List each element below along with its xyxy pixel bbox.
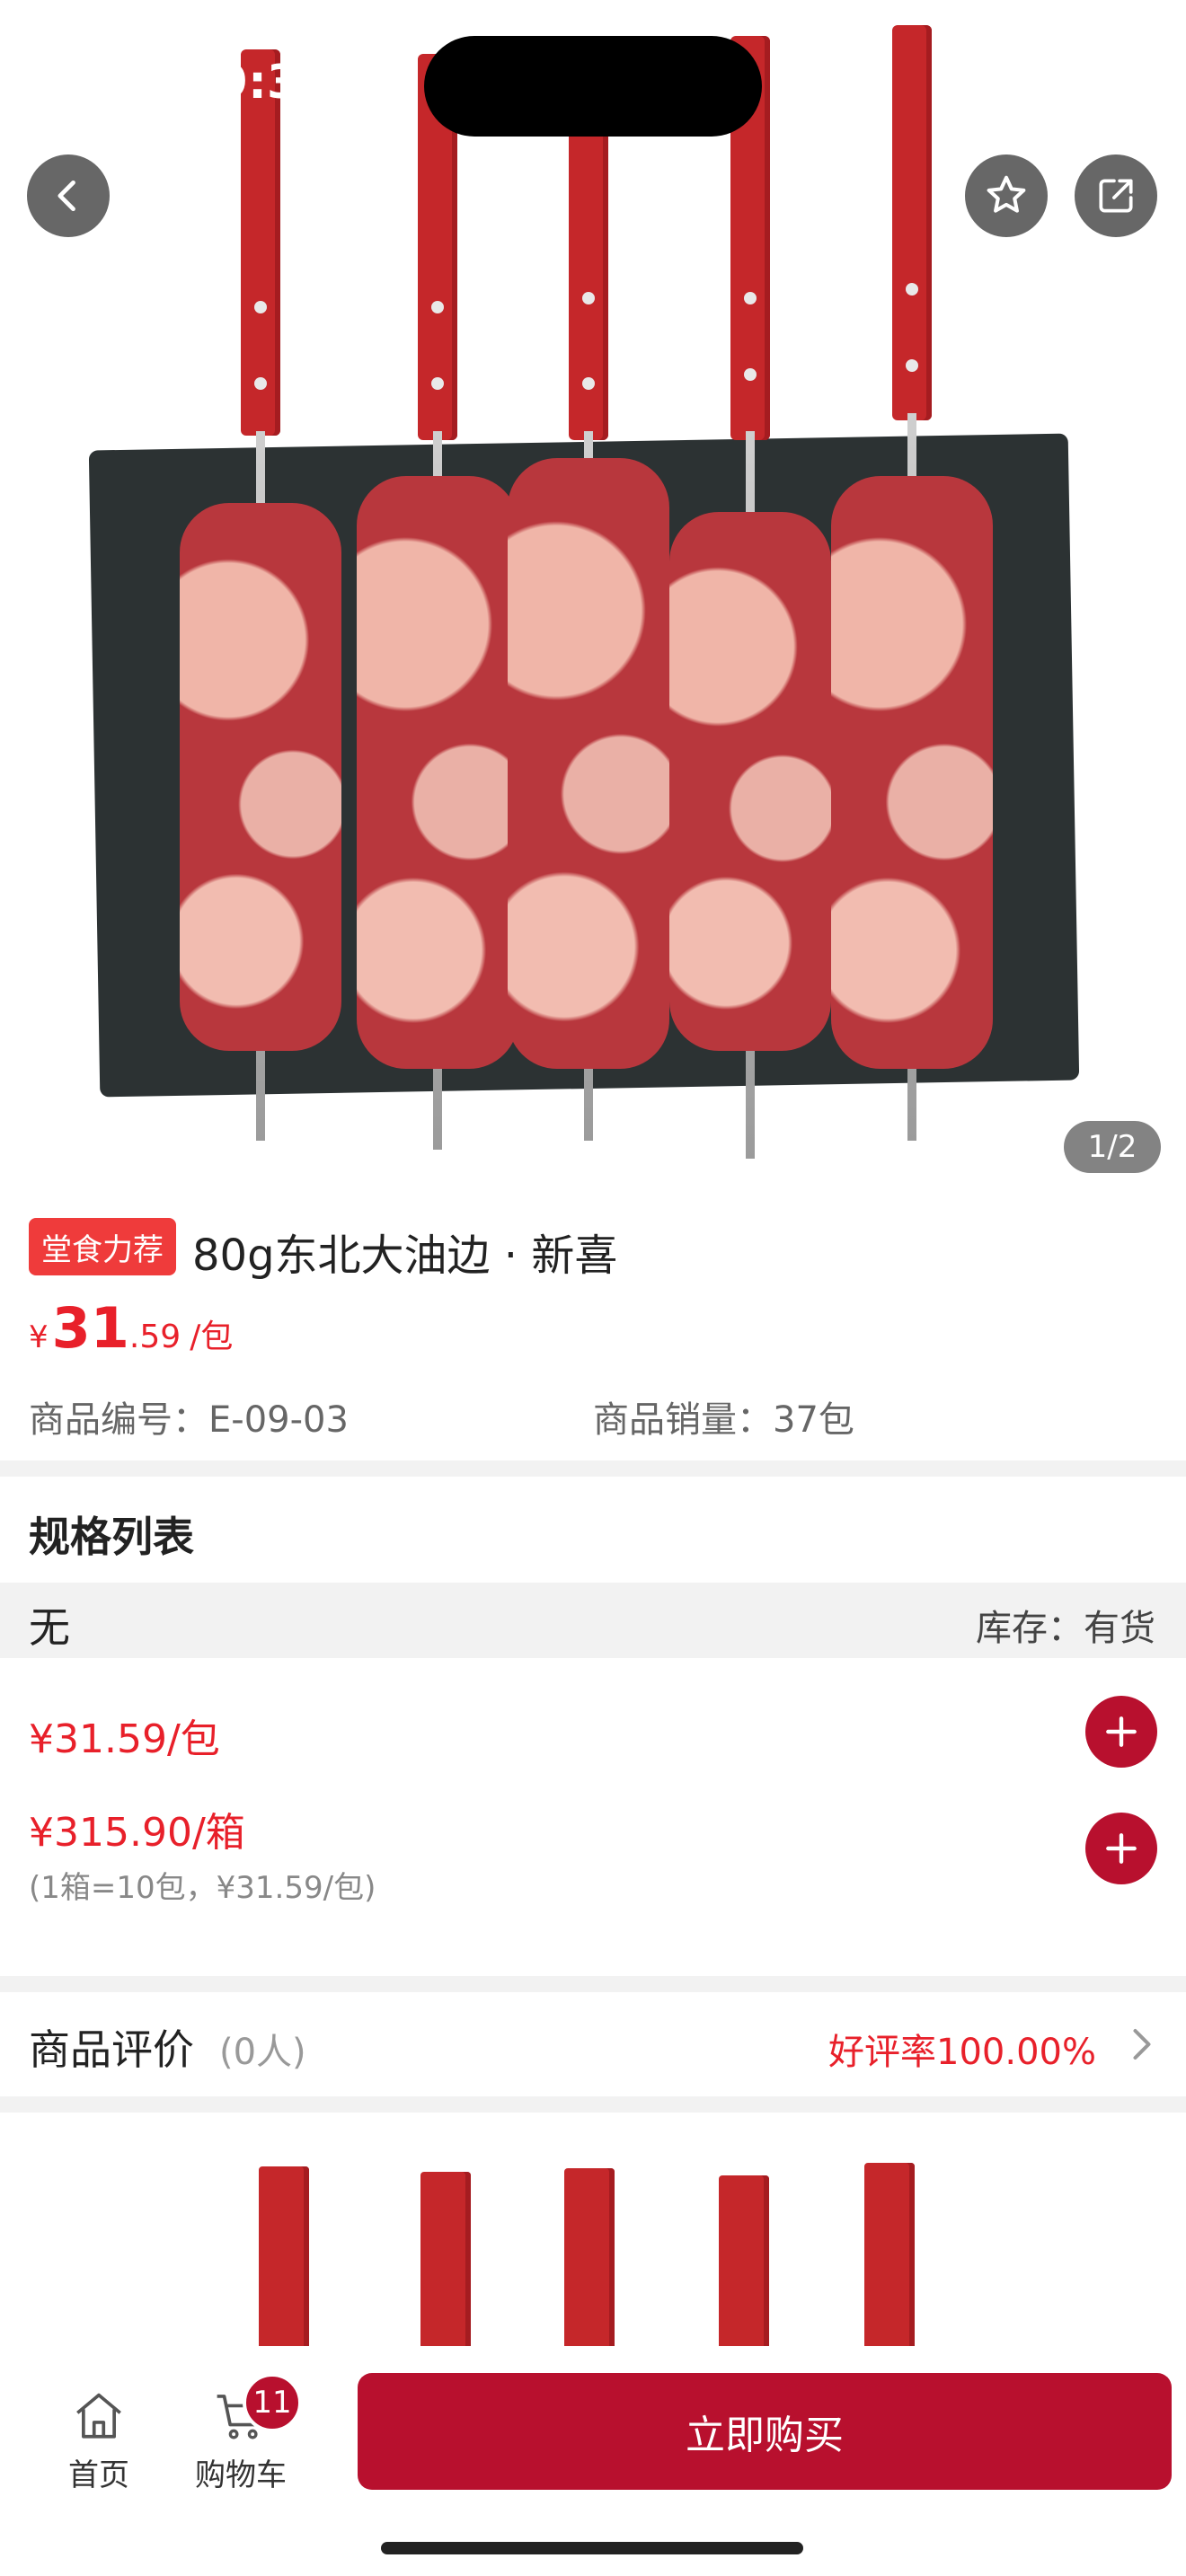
spec-name: 无 bbox=[29, 1603, 70, 1652]
favorite-button[interactable] bbox=[965, 154, 1048, 237]
product-code-value: E-09-03 bbox=[208, 1399, 349, 1441]
price-integer: 31 bbox=[51, 1295, 129, 1361]
positive-rate: 好评率100.00% bbox=[828, 2023, 1096, 2075]
product-sales-label: 商品销量： bbox=[593, 1399, 773, 1441]
product-image[interactable]: 9:39 1/2 bbox=[0, 0, 1186, 1186]
price-decimal: .59 bbox=[128, 1319, 181, 1355]
product-title: 80g东北大油边 · 新喜 bbox=[192, 1231, 618, 1281]
divider bbox=[0, 2096, 1186, 2113]
positive-rate-value: 100.00% bbox=[936, 2032, 1096, 2073]
spec-option-unit: /箱 bbox=[191, 1810, 245, 1856]
buy-now-button[interactable]: 立即购买 bbox=[358, 2373, 1172, 2490]
nav-home-label: 首页 bbox=[68, 2457, 129, 2493]
reviews-count: (0人) bbox=[219, 2032, 306, 2073]
price-unit: /包 bbox=[190, 1319, 234, 1355]
product-price: ¥ 31 .59 /包 bbox=[29, 1295, 233, 1361]
divider bbox=[0, 1976, 1186, 1992]
cart-count-badge: 11 bbox=[243, 2373, 302, 2432]
spec-stock-label: 库存： bbox=[976, 1608, 1084, 1649]
spec-option-unit: /包 bbox=[166, 1716, 220, 1762]
product-info: 堂食力荐 80g东北大油边 · 新喜 ¥ 31 .59 /包 商品编号：E-09… bbox=[0, 1186, 1186, 1460]
spec-option-box: ¥315.90/箱 bbox=[29, 1800, 245, 1857]
spec-stock: 库存：有货 bbox=[976, 1599, 1155, 1651]
reviews-row[interactable]: 商品评价 (0人) 好评率100.00% bbox=[0, 1992, 1186, 2096]
share-button[interactable] bbox=[1075, 154, 1157, 237]
dynamic-island bbox=[424, 36, 762, 137]
plus-icon bbox=[1106, 1833, 1137, 1864]
detail-image bbox=[0, 2113, 1186, 2346]
chevron-right-icon bbox=[1133, 2029, 1151, 2060]
spec-option-price: ¥315.90 bbox=[29, 1810, 192, 1856]
nav-cart-label: 购物车 bbox=[195, 2457, 287, 2493]
spec-option-note: (1箱=10包，¥31.59/包) bbox=[29, 1870, 376, 1906]
positive-rate-label: 好评率 bbox=[828, 2032, 937, 2073]
spec-section-title: 规格列表 bbox=[29, 1513, 194, 1561]
back-icon bbox=[58, 180, 75, 212]
recommend-tag: 堂食力荐 bbox=[29, 1218, 176, 1275]
product-code: 商品编号：E-09-03 bbox=[29, 1390, 349, 1442]
home-indicator bbox=[381, 2542, 803, 2554]
back-button[interactable] bbox=[27, 154, 110, 237]
product-sales-value: 37包 bbox=[773, 1399, 854, 1441]
product-code-label: 商品编号： bbox=[29, 1399, 208, 1441]
spec-stock-value: 有货 bbox=[1084, 1608, 1155, 1649]
price-symbol: ¥ bbox=[29, 1319, 49, 1355]
home-icon bbox=[76, 2393, 121, 2439]
add-box-button[interactable] bbox=[1085, 1813, 1157, 1884]
reviews-label: 商品评价 bbox=[29, 2025, 194, 2074]
add-pack-button[interactable] bbox=[1085, 1696, 1157, 1768]
plus-icon bbox=[1106, 1716, 1137, 1747]
spec-option-price: ¥31.59 bbox=[29, 1716, 167, 1762]
bottom-bar: 首页 购物车 11 立即购买 bbox=[0, 2346, 1186, 2576]
nav-home[interactable]: 首页 bbox=[36, 2389, 162, 2494]
spec-header: 无 库存：有货 bbox=[0, 1583, 1186, 1658]
image-counter: 1/2 bbox=[1064, 1121, 1161, 1173]
spec-option-pack: ¥31.59/包 bbox=[29, 1707, 220, 1764]
product-sales: 商品销量：37包 bbox=[593, 1390, 854, 1442]
status-time: 9:39 bbox=[216, 56, 332, 110]
share-icon bbox=[1099, 179, 1133, 213]
divider bbox=[0, 1460, 1186, 1477]
star-icon bbox=[987, 175, 1026, 213]
